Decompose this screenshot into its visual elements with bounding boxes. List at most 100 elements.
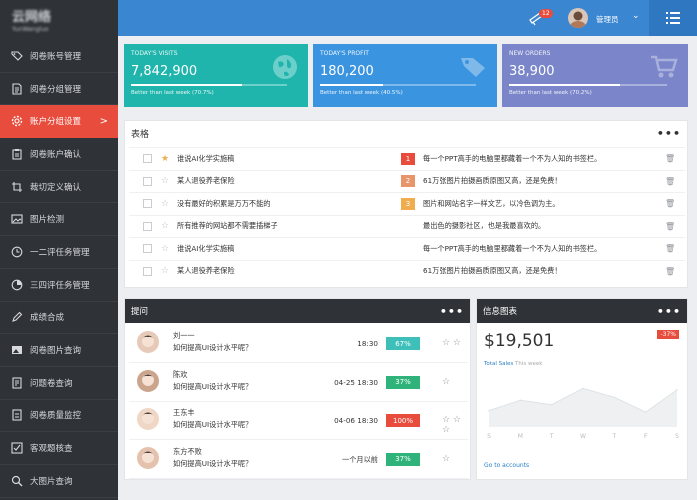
star-icon[interactable]: ★ [161,154,169,164]
sidebar-item[interactable]: 阅卷账号管理 [0,40,118,73]
more-options-icon[interactable]: ••• [657,305,681,318]
monitor-icon [10,409,23,422]
progress-badge: 37% [386,375,420,389]
sidebar-item-label: 图片检测 [30,215,65,226]
row-checkbox[interactable] [143,221,152,231]
stat-card-visits[interactable]: TODAY'S VISITS 7,842,900 Better than las… [124,44,308,107]
sidebar-item[interactable]: 一二评任务管理 [0,236,118,269]
row-text: 所有推荐的网站都不需要插梯子 [177,221,278,230]
questions-panel: 提问 ••• 刘一一 如何提高UI设计水平呢？ 18:30 67% ☆ ☆ 陈欢 如何提高U… [124,298,471,480]
x-tick-label: T [611,433,616,440]
row-text: 谁说AI化学实施稿 [177,153,235,163]
row-checkbox[interactable] [143,244,152,253]
row-checkbox[interactable] [143,154,152,163]
sales-label: Total Sales [484,361,514,367]
check-icon [10,442,23,455]
image-icon [10,213,23,226]
chevron-down-icon[interactable]: ⌄ [632,11,640,21]
star-icon[interactable]: ☆ [161,266,169,276]
sidebar-item[interactable]: 阅卷质量监控 [0,400,118,433]
row-checkbox[interactable] [143,176,152,186]
sales-amount: $19,501 [484,331,555,351]
sidebar-item[interactable]: 图片检测 [0,203,118,237]
trash-icon[interactable]: 🗑 [665,222,675,231]
table-row: ☆ 没有最好的积累是万万不能的 3 图片和网站名字一样文艺，以冷色调为主。 🗑 [129,192,685,214]
x-tick-label: F [644,433,648,440]
avatar[interactable] [137,408,159,430]
data-point [519,399,522,402]
star-icon[interactable]: ☆ [161,244,169,254]
rating-stars[interactable]: ☆ ☆ [442,338,461,348]
sidebar-nav: 阅卷账号管理 阅卷分组管理 账户分组设置 > 阅卷账户确认裁切定义确认图片检测一二评任务… [0,40,118,498]
sidebar-item[interactable]: 裁切定义确认 [0,171,118,204]
stat-footer: Better than last week (70.2%) [509,90,592,96]
row-description: 61万张图片拍摄画质原图又高，还是免费！ [423,176,562,185]
row-number-badge: 2 [401,175,415,187]
asker-name: 刘一一 [173,331,195,340]
panel-header: 信息图表 ••• [477,299,687,323]
sidebar-item-label: 阅卷图片查询 [30,346,82,357]
x-tick-label: S [487,433,491,440]
sidebar-item-label: 成绩合成 [30,313,65,324]
x-tick-label: W [580,433,586,440]
menu-button[interactable] [649,0,697,36]
row-description: 最出色的摄影社区，也是我最喜欢的。 [423,221,546,230]
row-checkbox[interactable] [143,266,152,276]
sidebar-item-label: 三四评任务管理 [30,280,90,291]
sales-area-chart: SMTWTFS [487,387,679,440]
trash-icon[interactable]: 🗑 [665,177,675,186]
avatar[interactable] [137,331,159,353]
asker-name: 王东丰 [173,408,195,417]
star-icon[interactable]: ☆ [161,176,169,186]
list-menu-icon [666,12,680,24]
star-icon[interactable]: ☆ [161,221,169,231]
pencil-icon [10,311,23,324]
progress-badge: 67% [386,337,420,350]
trash-icon[interactable]: 🗑 [665,267,675,276]
sidebar-item[interactable]: 大图片查询 [0,465,118,498]
row-checkbox[interactable] [143,199,152,208]
sidebar-item[interactable]: 阅卷图片查询 [0,334,118,367]
row-description: 图片和网站名字一样文艺，以冷色调为主。 [423,198,560,208]
area-fill [489,388,677,427]
sidebar-item-label: 一二评任务管理 [30,247,90,258]
sidebar-item[interactable]: 账户分组设置 > [0,105,118,139]
cart-icon [651,55,678,78]
trash-icon[interactable]: 🗑 [665,154,675,163]
star-icon[interactable]: ☆ [161,199,169,209]
username[interactable]: 管理员 [596,14,619,25]
stat-card-profit[interactable]: TODAY'S PROFIT 180,200 Better than last … [313,44,497,107]
globe-icon [273,55,297,79]
stat-card-orders[interactable]: NEW ORDERS 38,900 Better than last week … [502,44,688,107]
trash-icon[interactable]: 🗑 [665,199,675,208]
more-options-icon[interactable]: ••• [440,305,464,318]
sidebar-item[interactable]: 客观题核查 [0,432,118,465]
user-avatar[interactable] [568,8,588,28]
table-row: ☆ 所有推荐的网站都不需要插梯子 最出色的摄影社区，也是我最喜欢的。 🗑 [129,214,685,237]
list-item: 东方不败 如何提高UI设计水平呢？ 一个月以前 37% ☆ [129,441,468,479]
more-options-icon[interactable]: ••• [657,127,681,140]
sidebar-item[interactable]: 三四评任务管理 [0,269,118,302]
data-point [676,389,678,391]
sales-subtitle: Total Sales This week [484,361,542,367]
rating-stars[interactable]: ☆ [442,377,450,387]
sidebar-item[interactable]: 阅卷账户确认 [0,138,118,171]
search-icon [10,474,23,487]
avatar[interactable] [137,446,159,469]
rating-stars[interactable]: ☆ ☆ ☆ [442,415,468,435]
row-text: 某人退役养老保险 [177,266,235,275]
task-table-panel: 表格 ••• ★ 谁说AI化学实施稿 1 每一个PPT高手的电脑里都藏着一个不为人知的… [124,120,688,288]
trash-icon[interactable]: 🗑 [665,244,675,253]
sidebar-item-label: 阅卷账户确认 [30,149,82,160]
sidebar-item[interactable]: 成绩合成 [0,302,118,335]
clock-icon [10,245,23,258]
sidebar-item[interactable]: 问题卷查询 [0,367,118,400]
row-number-badge: 1 [401,152,415,165]
table-row: ☆ 某人退役养老保险 61万张图片拍摄画质原图又高，还是免费！ 🗑 [129,259,685,282]
panel-title: 表格 [131,129,150,140]
logo: 云网络 YunWangluo [0,0,118,40]
sidebar-item[interactable]: 阅卷分组管理 [0,73,118,106]
accounts-link[interactable]: Go to accounts [484,462,529,469]
rating-stars[interactable]: ☆ [442,454,450,464]
avatar[interactable] [137,369,159,392]
